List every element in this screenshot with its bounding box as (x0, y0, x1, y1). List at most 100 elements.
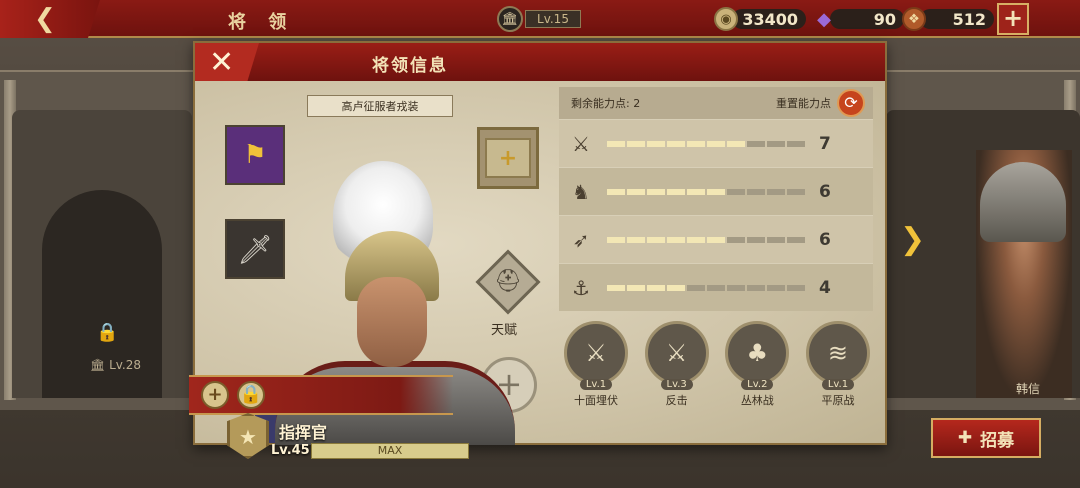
hero-name: 韩信 (1016, 382, 1041, 396)
stat-segment (747, 284, 765, 291)
recruit-button[interactable]: ✚ 招募 (931, 418, 1041, 458)
forest-icon: ♣ (725, 321, 790, 385)
recruit-icon: ✚ (957, 428, 973, 448)
coin-counter[interactable]: ◉ 33400 (714, 7, 806, 31)
stat-segment (667, 284, 685, 291)
stat-segment (687, 284, 705, 291)
stat-row[interactable]: ♞ 6 (559, 167, 873, 215)
stat-segment (727, 284, 745, 291)
hero-portrait (357, 277, 427, 367)
back-button[interactable]: ❮ (0, 0, 100, 38)
stat-segment (707, 188, 725, 195)
stat-segment (627, 236, 645, 243)
outfit-name-button[interactable]: 高卢征服者戎装 (307, 95, 453, 117)
reset-icon[interactable]: ⟳ (837, 89, 865, 117)
stat-bar (607, 140, 805, 147)
ability-points-header: 剩余能力点: 2 重置能力点 ⟳ (559, 87, 873, 119)
page-title: 将 领 (228, 12, 295, 33)
rank-star-icon: ★ (227, 413, 269, 459)
next-chevron-icon[interactable]: ❯ (900, 222, 925, 257)
stat-segment (647, 140, 665, 147)
stat-segment (767, 188, 785, 195)
skill-name: 平原战 (821, 394, 855, 407)
stat-segment (727, 140, 745, 147)
skill-name: 反击 (665, 394, 688, 407)
stat-segment (647, 284, 665, 291)
skill-level: Lv.1 (579, 379, 613, 390)
panel-body: 高卢征服者戎装 ⚑ 🗡 + ⛑ 天赋 + + 🔒 ★ 指挥官 Lv.45 MAX… (189, 81, 885, 459)
emblem-slot[interactable]: + (477, 127, 539, 189)
skill-item[interactable]: ≋ Lv.1 平原战 (801, 321, 875, 437)
stat-row[interactable]: ⚔ 7 (559, 119, 873, 167)
rank-level: Lv.45 (271, 443, 310, 458)
skill-item[interactable]: ♣ Lv.2 丛林战 (720, 321, 794, 437)
back-arrow-icon: ❮ (34, 4, 56, 34)
lock-icon: 🔒 (96, 322, 119, 343)
food-value: 512 (920, 9, 994, 29)
hero-action-strip: + 🔒 (189, 375, 453, 415)
emblem-add-icon: + (485, 138, 531, 178)
counterattack-icon: ⚔ (644, 321, 709, 385)
skill-name: 丛林战 (740, 394, 774, 407)
locked-hero-card[interactable] (12, 110, 192, 398)
stat-segment (707, 236, 725, 243)
stat-segment (647, 236, 665, 243)
stat-segment (687, 188, 705, 195)
banner-icon: ⚑ (243, 140, 267, 170)
stat-segment (747, 188, 765, 195)
stat-value: 6 (819, 229, 831, 250)
stat-segment (607, 284, 625, 291)
banner-equipment-slot[interactable]: ⚑ (225, 125, 285, 185)
stat-segment (787, 284, 805, 291)
food-counter[interactable]: ❖ 512 (902, 7, 994, 31)
stat-segment (787, 188, 805, 195)
upgrade-button[interactable]: + (201, 381, 229, 409)
stat-row[interactable]: ➶ 6 (559, 215, 873, 263)
stat-segment (727, 236, 745, 243)
skill-item[interactable]: ⚔ Lv.3 反击 (640, 321, 714, 437)
gem-value: 90 (830, 9, 904, 29)
player-level-text: Lv.15 (525, 10, 581, 28)
stat-segment (767, 140, 785, 147)
skill-level: Lv.2 (741, 379, 774, 390)
stat-segment (707, 140, 725, 147)
plus-icon: + (1002, 4, 1024, 32)
stat-segment (627, 140, 645, 147)
stat-bar (607, 236, 805, 243)
stat-segment (607, 236, 625, 243)
ambush-icon: ⚔ (564, 321, 628, 385)
stat-bar (607, 188, 805, 195)
stat-segment (627, 188, 645, 195)
stat-value: 6 (819, 181, 831, 202)
stat-segment (607, 188, 625, 195)
panel-header: 将领信息 ✕ (195, 43, 885, 81)
stat-segment (607, 140, 625, 147)
panel-title: 将领信息 (372, 56, 448, 76)
lock-button[interactable]: 🔒 (237, 381, 265, 409)
locked-hero-level: 🏛 Lv.28 (90, 358, 142, 372)
helmet-talent-icon: ⛑ (494, 269, 522, 294)
talent-label: 天赋 (491, 323, 518, 338)
stat-segment (747, 140, 765, 147)
stat-segment (767, 284, 785, 291)
stat-segment (767, 236, 785, 243)
rank-name: 指挥官 (279, 423, 328, 442)
stat-segment (787, 236, 805, 243)
skills-list: ⚔ Lv.1 十面埋伏 ⚔ Lv.3 反击 ♣ Lv.2 丛林战 ≋ Lv.1 平原战 (559, 321, 875, 437)
bow-icon: ➶ (572, 227, 590, 252)
sword-icon: ⚔ (572, 131, 590, 156)
sword-equipment-slot[interactable]: 🗡 (225, 219, 285, 279)
stat-bar (607, 284, 805, 291)
temple-icon: 🏛 (497, 6, 523, 32)
player-level[interactable]: 🏛 Lv.15 (497, 6, 581, 32)
gem-counter[interactable]: ◆ 90 (812, 7, 904, 31)
stat-value: 4 (819, 277, 831, 298)
stat-segment (667, 188, 685, 195)
stat-value: 7 (819, 133, 831, 154)
close-icon: ✕ (209, 44, 235, 80)
stat-segment (627, 284, 645, 291)
talent-button[interactable]: ⛑ (475, 249, 541, 315)
add-resource-button[interactable]: + (997, 3, 1029, 35)
skill-item[interactable]: ⚔ Lv.1 十面埋伏 (559, 321, 633, 437)
stat-row[interactable]: ⚓ 4 (559, 263, 873, 311)
